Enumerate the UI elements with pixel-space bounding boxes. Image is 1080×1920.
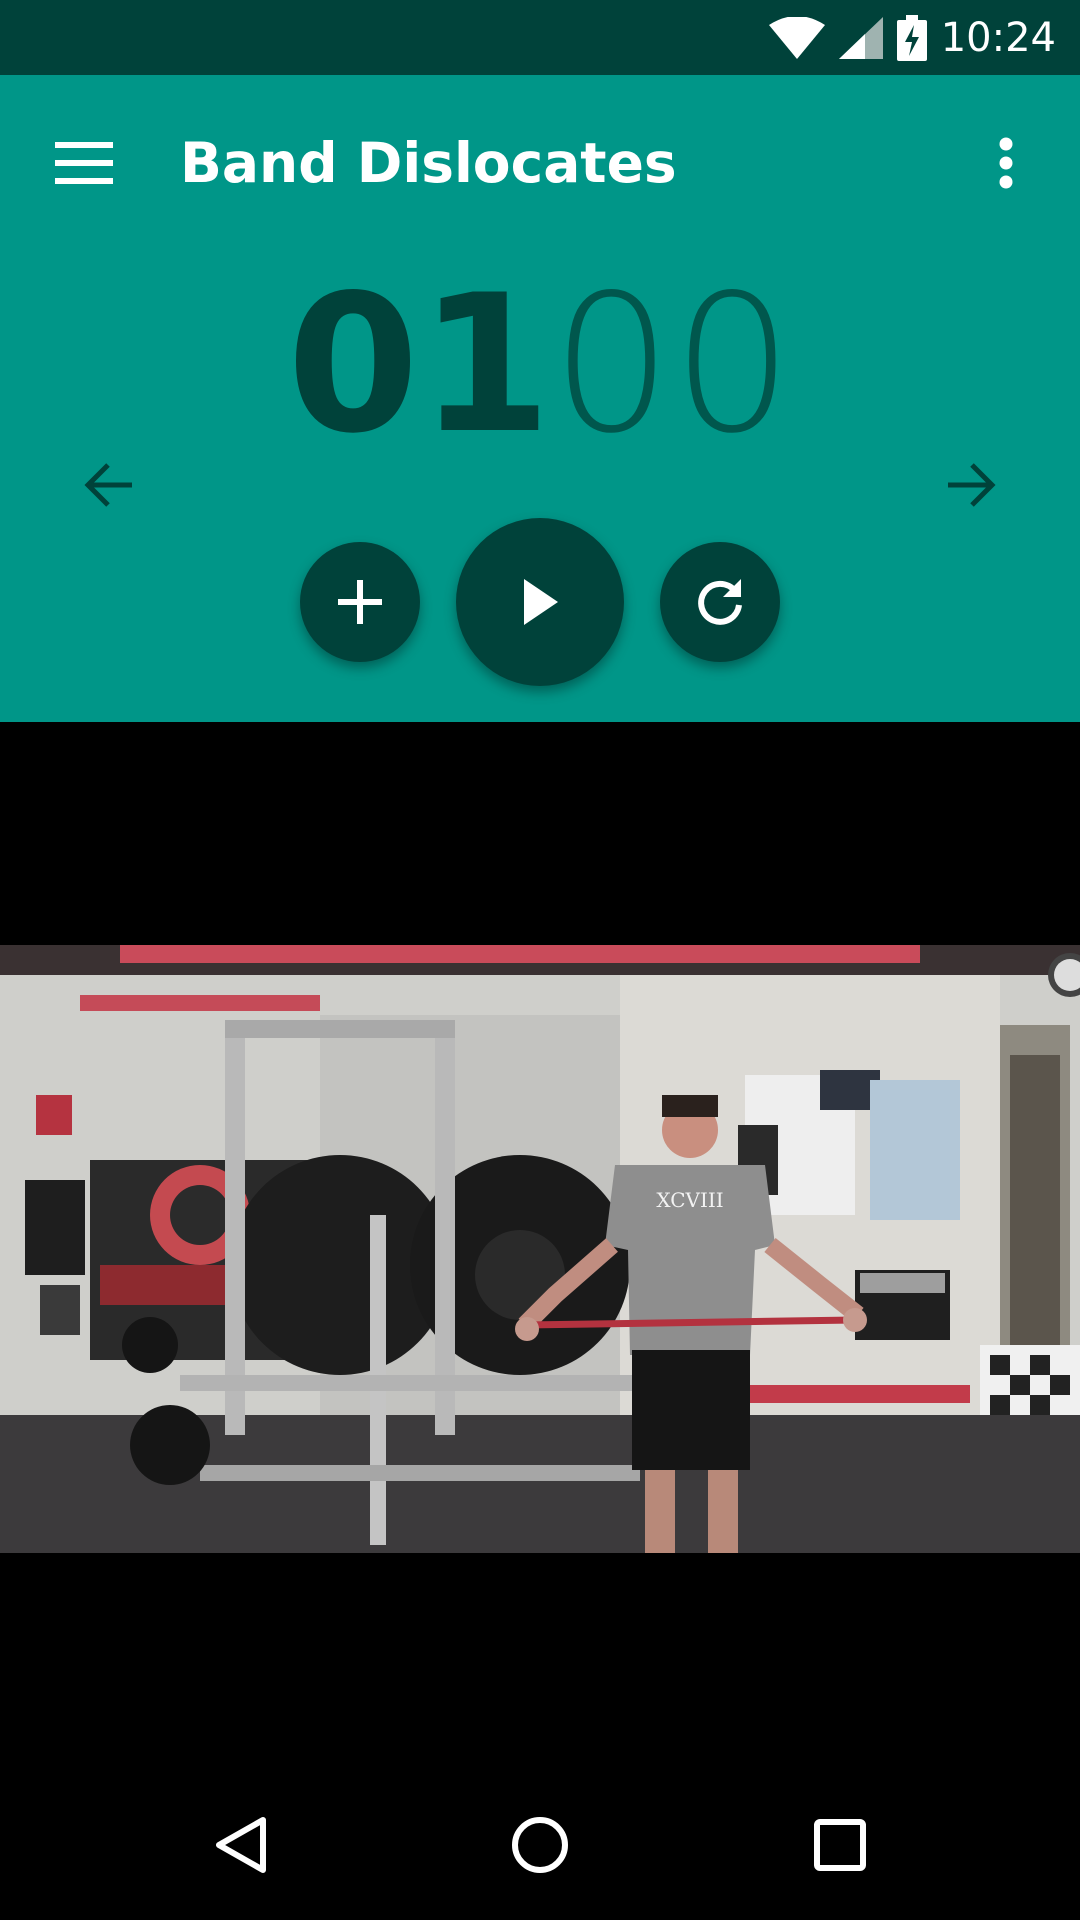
more-vert-icon bbox=[999, 137, 1013, 189]
back-icon bbox=[216, 1817, 266, 1873]
toolbar: Band Dislocates bbox=[0, 75, 1080, 245]
arrow-right-icon bbox=[948, 463, 996, 507]
more-options-button[interactable] bbox=[962, 119, 1050, 207]
exercise-video-frame: XCVIII bbox=[0, 945, 1080, 1553]
navigation-bar bbox=[0, 1760, 1080, 1920]
play-button[interactable] bbox=[456, 518, 624, 686]
video-area: XCVIII bbox=[0, 722, 1080, 1827]
add-time-button[interactable] bbox=[300, 542, 420, 662]
hamburger-menu-icon bbox=[55, 142, 113, 184]
status-bar: 10:24 bbox=[0, 0, 1080, 75]
wifi-icon bbox=[768, 16, 825, 59]
exercise-video[interactable]: XCVIII bbox=[0, 945, 1080, 1553]
cell-signal-icon bbox=[838, 16, 883, 59]
reset-timer-button[interactable] bbox=[660, 542, 780, 662]
arrow-left-icon bbox=[84, 463, 132, 507]
status-time: 10:24 bbox=[940, 14, 1056, 61]
back-button[interactable] bbox=[186, 1790, 296, 1900]
status-icons: 10:24 bbox=[768, 0, 1056, 75]
play-icon bbox=[524, 579, 558, 625]
timer-display: 0100 bbox=[0, 270, 1080, 460]
recents-icon bbox=[814, 1819, 866, 1871]
page-title: Band Dislocates bbox=[180, 131, 677, 195]
replay-icon bbox=[698, 579, 742, 625]
add-icon bbox=[338, 580, 382, 624]
shirt-text: XCVIII bbox=[656, 1188, 723, 1212]
home-button[interactable] bbox=[485, 1790, 595, 1900]
timer-minutes: 01 bbox=[286, 254, 552, 475]
previous-exercise-button[interactable] bbox=[68, 445, 148, 525]
home-icon bbox=[512, 1817, 568, 1873]
recents-button[interactable] bbox=[785, 1790, 895, 1900]
timer-panel: Band Dislocates 0100 bbox=[0, 75, 1080, 722]
menu-button[interactable] bbox=[40, 119, 128, 207]
timer-seconds: 00 bbox=[551, 254, 794, 475]
next-exercise-button[interactable] bbox=[932, 445, 1012, 525]
battery-charging-icon bbox=[896, 14, 927, 61]
